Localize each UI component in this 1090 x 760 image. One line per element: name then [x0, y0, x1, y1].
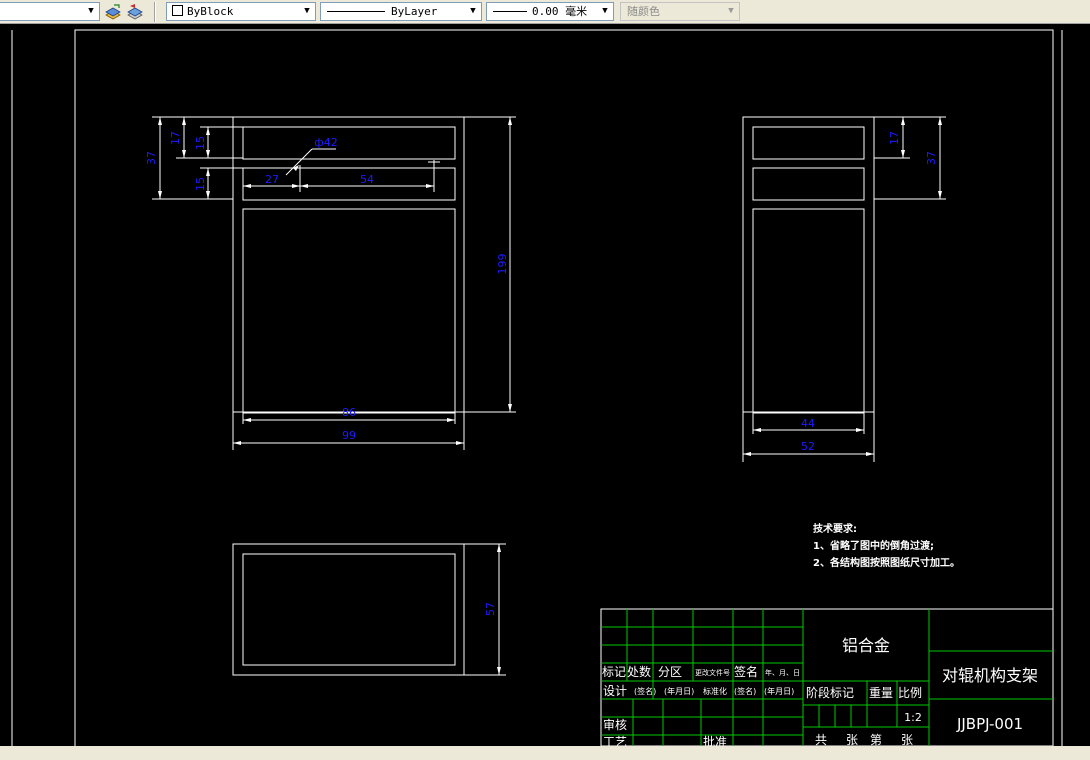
- drawing-number-text: JJBPJ-001: [956, 715, 1023, 733]
- chevron-down-icon: ▼: [470, 6, 476, 16]
- lineweight-dropdown[interactable]: 0.00 毫米 ▼: [486, 2, 614, 21]
- sheet-unit-2: 张: [901, 733, 913, 746]
- notes-line-1: 1、省略了图中的倒角过渡;: [813, 539, 934, 552]
- standardization-signature: (签名): [734, 686, 756, 696]
- process-label: 工艺: [603, 735, 627, 746]
- design-label: 设计: [603, 684, 627, 698]
- weight-label: 重量: [869, 686, 893, 700]
- dim-text: 52: [801, 440, 815, 453]
- dim-text: 99: [342, 429, 356, 442]
- chevron-down-icon: ▼: [728, 6, 734, 16]
- chevron-down-icon: ▼: [88, 6, 94, 16]
- dim-text: 15: [194, 177, 207, 191]
- part-name-text: 对辊机构支架: [942, 666, 1038, 685]
- dim-text: 37: [925, 151, 938, 165]
- scale-value: 1:2: [904, 711, 922, 724]
- header-mark: 标记: [602, 665, 626, 679]
- chevron-down-icon: ▼: [304, 6, 310, 16]
- design-signature: (签名): [634, 686, 656, 696]
- dim-text: 86: [342, 406, 356, 419]
- approve-label: 批准: [703, 734, 727, 746]
- dim-text: 199: [496, 254, 509, 275]
- design-date: (年月日): [664, 686, 694, 696]
- layer-dropdown[interactable]: ▼: [0, 2, 100, 21]
- sheet-number-label: 第: [870, 733, 882, 746]
- lineweight-preview-icon: [493, 11, 527, 12]
- plotstyle-dropdown[interactable]: 随颜色 ▼: [620, 2, 740, 21]
- sheet-unit-1: 张: [846, 733, 858, 746]
- header-date: 年、月、日: [765, 668, 800, 677]
- review-label: 审核: [603, 717, 627, 732]
- dim-text: 37: [145, 151, 158, 165]
- dim-text: 17: [169, 131, 182, 145]
- properties-toolbar: ▼ ByBlock ▼ ByLayer ▼ 0.00 毫米 ▼ 随颜色 ▼: [0, 0, 1090, 24]
- top-dimension-texts: 57: [484, 602, 497, 616]
- stage-mark-label: 阶段标记: [806, 685, 854, 700]
- drawing-canvas[interactable]: 37 17 15 15 ф42 27 54 199 86 99 17 37 44…: [0, 24, 1090, 746]
- horizontal-scrollbar[interactable]: [0, 746, 1090, 760]
- dim-text: 44: [801, 417, 815, 430]
- header-change-doc: 更改文件号: [695, 668, 730, 677]
- dim-text: 27: [265, 173, 279, 186]
- material-text: 铝合金: [842, 636, 890, 655]
- linetype-dropdown[interactable]: ByLayer ▼: [320, 2, 482, 21]
- header-zone: 分区: [658, 665, 682, 679]
- layer-states-icon[interactable]: [104, 3, 122, 21]
- layer-previous-icon[interactable]: [126, 3, 144, 21]
- toolbar-separator: [154, 2, 156, 22]
- color-swatch-icon: [172, 5, 183, 16]
- linetype-preview-icon: [327, 11, 385, 12]
- model-space-background: [0, 24, 1090, 746]
- plotstyle-value: 随颜色: [627, 5, 660, 18]
- dim-text: 57: [484, 602, 497, 616]
- color-value: ByBlock: [187, 5, 234, 18]
- color-dropdown[interactable]: ByBlock ▼: [166, 2, 316, 21]
- dim-text: 54: [360, 173, 374, 186]
- sheet-total-label: 共: [815, 733, 827, 746]
- notes-title: 技术要求:: [813, 522, 857, 535]
- header-signature: 签名: [734, 664, 758, 679]
- chevron-down-icon: ▼: [602, 6, 608, 16]
- header-count: 处数: [627, 664, 651, 679]
- lineweight-value: 0.00 毫米: [532, 5, 588, 18]
- linetype-value: ByLayer: [391, 5, 438, 18]
- scale-label: 比例: [898, 686, 922, 700]
- notes-line-2: 2、各结构图按照图纸尺寸加工。: [813, 556, 960, 569]
- dim-text: ф42: [314, 136, 337, 149]
- dim-text: 17: [888, 131, 901, 145]
- standardization-date: (年月日): [764, 686, 794, 696]
- dim-text: 15: [194, 136, 207, 150]
- standardization-label: 标准化: [703, 686, 727, 696]
